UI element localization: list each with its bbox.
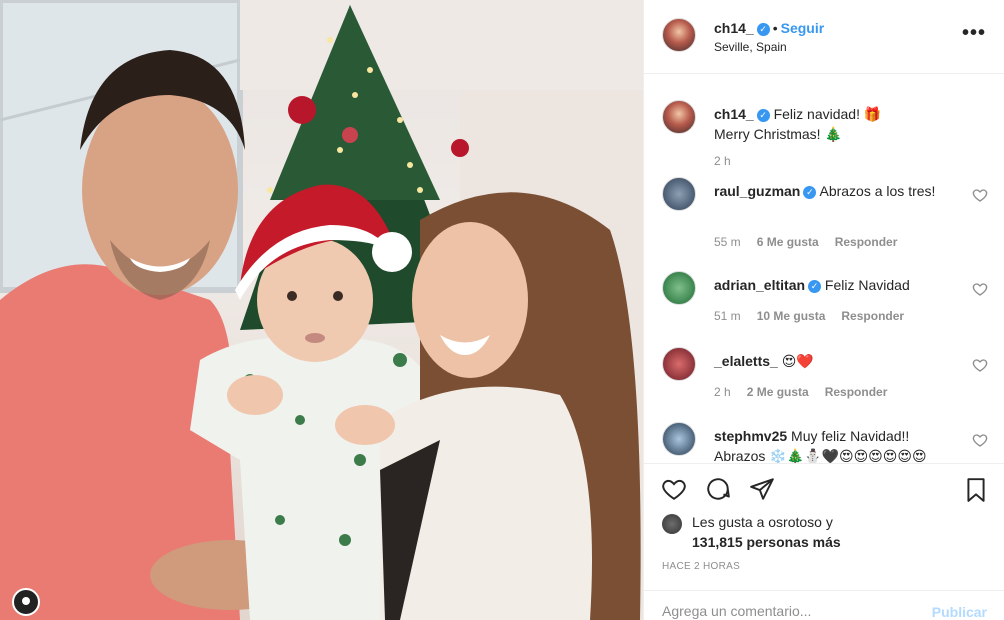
comment-meta: 2 h 2 Me gusta Responder	[714, 385, 903, 399]
follow-button[interactable]: Seguir	[781, 20, 825, 36]
comment-time[interactable]: 55 m	[714, 235, 741, 249]
reply-button[interactable]: Responder	[825, 385, 888, 399]
avatar[interactable]	[662, 271, 696, 305]
list-item: adrian_eltitan ✓ Feliz Navidad 51 m 10 Me …	[662, 271, 992, 331]
comment-time[interactable]: 2 h	[714, 385, 731, 399]
caption-time[interactable]: 2 h	[714, 154, 731, 168]
comment-input[interactable]	[662, 603, 902, 619]
bookmark-icon[interactable]	[963, 476, 989, 504]
post-header: ch14_ ✓ • Seguir Seville, Spain •••	[644, 0, 1004, 74]
avatar[interactable]	[662, 347, 696, 381]
avatar[interactable]	[662, 422, 696, 456]
comment-username[interactable]: stephmv25	[714, 428, 787, 444]
comment-text: adrian_eltitan ✓ Feliz Navidad	[714, 275, 962, 295]
comment-icon[interactable]	[704, 476, 732, 502]
heart-icon[interactable]	[972, 357, 988, 373]
caption-text: ch14_ ✓ Feliz navidad! 🎁 Merry Christmas!…	[714, 104, 962, 144]
post-photo[interactable]	[0, 0, 643, 620]
comment-meta: 51 m 10 Me gusta Responder	[714, 309, 920, 323]
comment-username[interactable]: _elaletts_	[714, 353, 778, 369]
caption-line1: Feliz navidad! 🎁	[773, 106, 882, 122]
post-timestamp[interactable]: HACE 2 HORAS	[662, 561, 740, 572]
reply-button[interactable]: Responder	[841, 309, 904, 323]
comment-likes[interactable]: 10 Me gusta	[757, 309, 826, 323]
verified-icon: ✓	[756, 23, 770, 36]
more-icon[interactable]: •••	[962, 22, 986, 45]
comment-body: Abrazos a los tres!	[819, 183, 936, 199]
heart-icon[interactable]	[972, 187, 988, 203]
avatar[interactable]	[662, 514, 682, 534]
verified-icon: ✓	[803, 186, 817, 199]
post-location[interactable]: Seville, Spain	[714, 40, 787, 54]
action-bar	[644, 463, 1004, 507]
caption: ch14_ ✓ Feliz navidad! 🎁 Merry Christmas!…	[662, 100, 992, 170]
separator-dot: •	[772, 20, 778, 36]
comments-list[interactable]: ch14_ ✓ Feliz navidad! 🎁 Merry Christmas!…	[644, 75, 1004, 463]
list-item: stephmv25 Muy feliz Navidad!! Abrazos ❄️…	[662, 422, 992, 463]
header-user-line: ch14_ ✓ • Seguir	[714, 20, 824, 36]
avatar[interactable]	[662, 100, 696, 134]
comment-likes[interactable]: 2 Me gusta	[747, 385, 809, 399]
reply-button[interactable]: Responder	[835, 235, 898, 249]
comment-username[interactable]: adrian_eltitan	[714, 277, 805, 293]
share-icon[interactable]	[748, 476, 776, 502]
photo-illustration	[0, 0, 643, 620]
likes-line1[interactable]: Les gusta a osrotoso y	[692, 512, 833, 532]
verified-icon: ✓	[756, 109, 770, 122]
comment-meta: 55 m 6 Me gusta Responder	[714, 235, 913, 249]
comment-likes[interactable]: 6 Me gusta	[757, 235, 819, 249]
comment-body: Feliz Navidad	[824, 277, 910, 293]
verified-icon: ✓	[808, 280, 822, 293]
avatar[interactable]	[662, 18, 696, 52]
caption-username[interactable]: ch14_	[714, 106, 754, 122]
comment-text: _elaletts_ 😍❤️	[714, 351, 962, 371]
comment-username[interactable]: raul_guzman	[714, 183, 800, 199]
comment-text: raul_guzman ✓ Abrazos a los tres!	[714, 181, 962, 201]
caption-meta: 2 h	[714, 154, 747, 168]
comment-time[interactable]: 51 m	[714, 309, 741, 323]
heart-icon[interactable]	[660, 476, 688, 502]
heart-icon[interactable]	[972, 281, 988, 297]
publish-button[interactable]: Publicar	[932, 604, 987, 620]
list-item: raul_guzman ✓ Abrazos a los tres! 55 m 6 M…	[662, 177, 992, 249]
list-item: _elaletts_ 😍❤️ 2 h 2 Me gusta Responder	[662, 347, 992, 407]
heart-icon[interactable]	[972, 432, 988, 448]
tag-icon[interactable]	[12, 588, 40, 616]
likes-line2[interactable]: 131,815 personas más	[692, 532, 841, 552]
comment-text: stephmv25 Muy feliz Navidad!! Abrazos ❄️…	[714, 426, 962, 463]
avatar[interactable]	[662, 177, 696, 211]
post-sidebar: ch14_ ✓ • Seguir Seville, Spain ••• ch14_ ✓ …	[643, 0, 1004, 620]
post-username[interactable]: ch14_	[714, 20, 754, 36]
caption-line2: Merry Christmas! 🎄	[714, 126, 842, 142]
add-comment-bar: Publicar	[644, 590, 1004, 620]
comment-body: 😍❤️	[781, 353, 814, 369]
